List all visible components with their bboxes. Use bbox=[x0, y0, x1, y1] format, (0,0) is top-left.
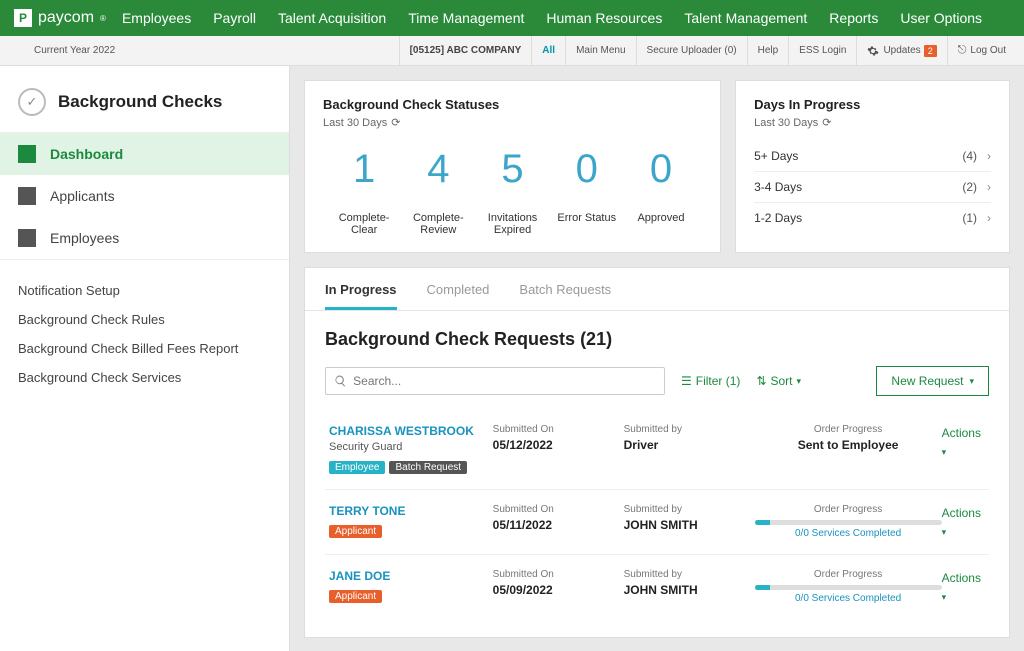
sidebar: ✓ Background Checks DashboardApplicantsE… bbox=[0, 66, 290, 651]
request-row: TERRY TONEApplicantSubmitted On05/11/202… bbox=[325, 490, 989, 555]
sort-button[interactable]: ⇅Sort bbox=[756, 374, 801, 388]
requests-panel: In Progress Completed Batch Requests Backg… bbox=[304, 267, 1010, 638]
chevron-right-icon: › bbox=[987, 149, 991, 163]
sort-icon: ⇅ bbox=[756, 374, 766, 388]
tag-emp: Employee bbox=[329, 461, 385, 474]
statuses-title: Background Check Statuses bbox=[323, 97, 702, 112]
stat-invitations-expired[interactable]: 5Invitations Expired bbox=[475, 147, 549, 236]
company-selector[interactable]: [05125] ABC COMPANY bbox=[399, 36, 532, 65]
nav-item-payroll[interactable]: Payroll bbox=[213, 10, 256, 26]
sidebar-item-dashboard[interactable]: Dashboard bbox=[0, 133, 289, 175]
chevron-right-icon: › bbox=[987, 180, 991, 194]
nav-item-human-resources[interactable]: Human Resources bbox=[546, 10, 662, 26]
stat-approved[interactable]: 0Approved bbox=[624, 147, 698, 236]
sidebar-icon bbox=[18, 229, 36, 247]
days-row[interactable]: 1-2 Days(1)› bbox=[754, 202, 991, 233]
tag-batch: Batch Request bbox=[389, 461, 467, 474]
tab-in-progress[interactable]: In Progress bbox=[325, 282, 397, 310]
sidebar-item-applicants[interactable]: Applicants bbox=[0, 175, 289, 217]
stat-complete-clear[interactable]: 1Complete-Clear bbox=[327, 147, 401, 236]
updates-link[interactable]: Updates 2 bbox=[856, 36, 946, 65]
progress-bar bbox=[755, 520, 942, 525]
brand-icon: P bbox=[14, 9, 32, 27]
request-row: JANE DOEApplicantSubmitted On05/09/2022S… bbox=[325, 555, 989, 619]
logout-label: Log Out bbox=[970, 45, 1006, 56]
days-title: Days In Progress bbox=[754, 97, 991, 112]
sidebar-icon bbox=[18, 187, 36, 205]
progress-bar bbox=[755, 585, 942, 590]
sidebar-link[interactable]: Background Check Services bbox=[18, 363, 271, 392]
search-input[interactable] bbox=[353, 374, 656, 388]
refresh-icon[interactable]: ⟳ bbox=[391, 116, 400, 129]
request-name[interactable]: CHARISSA WESTBROOK bbox=[329, 424, 493, 438]
sidebar-link[interactable]: Background Check Billed Fees Report bbox=[18, 334, 271, 363]
tag-app: Applicant bbox=[329, 590, 382, 603]
module-title: Background Checks bbox=[58, 92, 222, 112]
sidebar-item-employees[interactable]: Employees bbox=[0, 217, 289, 259]
top-nav: P paycom® Employees Payroll Talent Acquisi… bbox=[0, 0, 1024, 36]
chevron-right-icon: › bbox=[987, 211, 991, 225]
actions-button[interactable]: Actions bbox=[942, 571, 981, 603]
gear-icon bbox=[867, 45, 879, 57]
module-icon: ✓ bbox=[18, 88, 46, 116]
search-input-wrapper[interactable] bbox=[325, 367, 665, 395]
sub-bar: Current Year 2022 [05125] ABC COMPANY Al… bbox=[0, 36, 1024, 66]
brand-name: paycom bbox=[38, 9, 94, 27]
logout-icon: ⎋ bbox=[958, 44, 967, 57]
days-subtitle: Last 30 Days bbox=[754, 117, 818, 129]
actions-button[interactable]: Actions bbox=[942, 426, 981, 458]
actions-button[interactable]: Actions bbox=[942, 506, 981, 538]
refresh-icon[interactable]: ⟳ bbox=[822, 116, 831, 129]
nav-item-user-options[interactable]: User Options bbox=[900, 10, 982, 26]
search-icon bbox=[334, 374, 347, 388]
brand-logo[interactable]: P paycom® bbox=[14, 9, 106, 27]
tag-app: Applicant bbox=[329, 525, 382, 538]
stat-error-status[interactable]: 0Error Status bbox=[550, 147, 624, 236]
days-card: Days In Progress Last 30 Days ⟳ 5+ Days(4… bbox=[735, 80, 1010, 253]
nav-item-reports[interactable]: Reports bbox=[829, 10, 878, 26]
nav-item-talent-acquisition[interactable]: Talent Acquisition bbox=[278, 10, 386, 26]
nav-item-talent-management[interactable]: Talent Management bbox=[684, 10, 807, 26]
days-row[interactable]: 3-4 Days(2)› bbox=[754, 171, 991, 202]
stat-complete-review[interactable]: 4Complete-Review bbox=[401, 147, 475, 236]
nav-item-time-management[interactable]: Time Management bbox=[408, 10, 524, 26]
filter-icon: ☰ bbox=[681, 374, 692, 388]
requests-title: Background Check Requests (21) bbox=[325, 329, 989, 350]
main-menu-link[interactable]: Main Menu bbox=[565, 36, 635, 65]
sidebar-link[interactable]: Background Check Rules bbox=[18, 305, 271, 334]
secure-uploader-link[interactable]: Secure Uploader (0) bbox=[636, 36, 747, 65]
help-link[interactable]: Help bbox=[747, 36, 789, 65]
updates-label: Updates bbox=[883, 45, 920, 56]
sidebar-icon bbox=[18, 145, 36, 163]
statuses-card: Background Check Statuses Last 30 Days⟳ … bbox=[304, 80, 721, 253]
ess-login-link[interactable]: ESS Login bbox=[788, 36, 856, 65]
request-name[interactable]: TERRY TONE bbox=[329, 504, 493, 518]
all-filter[interactable]: All bbox=[531, 36, 565, 65]
updates-count: 2 bbox=[924, 45, 937, 57]
days-row[interactable]: 5+ Days(4)› bbox=[754, 141, 991, 171]
request-name[interactable]: JANE DOE bbox=[329, 569, 493, 583]
current-year: Current Year 2022 bbox=[34, 45, 115, 56]
filter-button[interactable]: ☰Filter (1) bbox=[681, 374, 740, 388]
nav-item-employees[interactable]: Employees bbox=[122, 10, 191, 26]
sidebar-link[interactable]: Notification Setup bbox=[18, 276, 271, 305]
tab-completed[interactable]: Completed bbox=[427, 282, 490, 310]
request-row: CHARISSA WESTBROOKSecurity GuardEmployee… bbox=[325, 410, 989, 490]
statuses-subtitle: Last 30 Days bbox=[323, 117, 387, 129]
new-request-button[interactable]: New Request bbox=[876, 366, 989, 396]
logout-link[interactable]: ⎋ Log Out bbox=[947, 36, 1016, 65]
tab-batch-requests[interactable]: Batch Requests bbox=[519, 282, 611, 310]
